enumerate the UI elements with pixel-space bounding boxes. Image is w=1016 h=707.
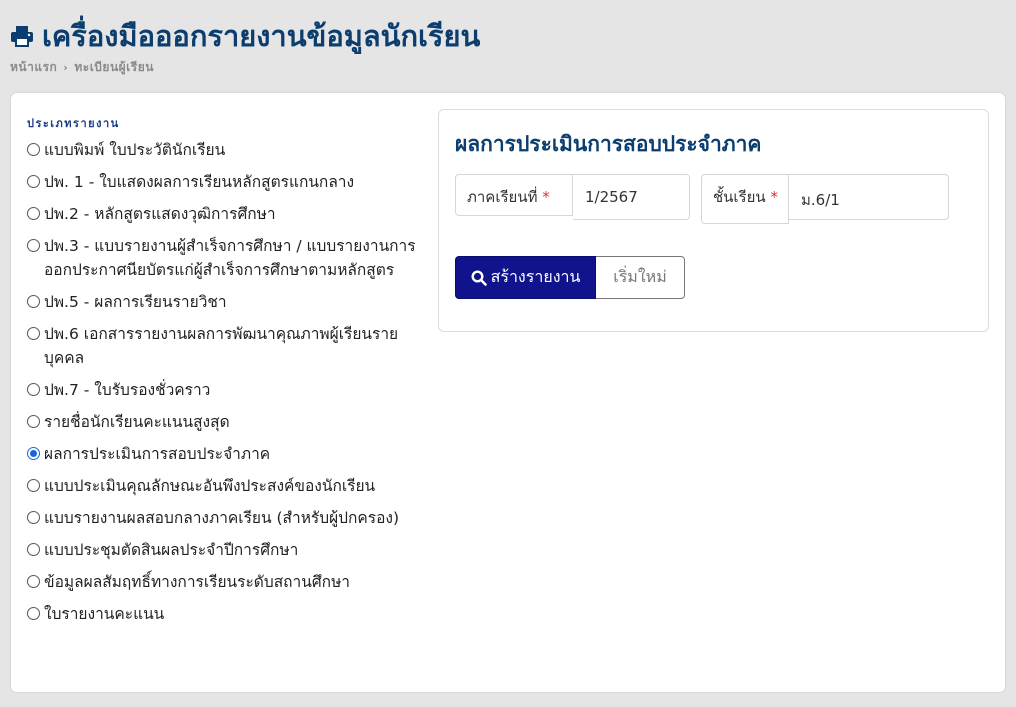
chevron-right-icon: ›: [63, 61, 69, 74]
semester-label-text: ภาคเรียนที่: [467, 188, 538, 206]
report-type-option[interactable]: ปพ.2 - หลักสูตรแสดงวุฒิการศึกษา: [27, 202, 417, 226]
report-type-option-label: แบบพิมพ์ ใบประวัตินักเรียน: [44, 141, 226, 159]
report-type-panel: ประเภทรายงาน แบบพิมพ์ ใบประวัตินักเรียนป…: [27, 114, 417, 634]
report-type-option[interactable]: แบบประเมินคุณลักษณะอันพึงประสงค์ของนักเร…: [27, 474, 417, 498]
report-type-option[interactable]: ปพ.3 - แบบรายงานผู้สำเร็จการศึกษา / แบบร…: [27, 234, 417, 282]
report-type-option-label: ปพ.5 - ผลการเรียนรายวิชา: [44, 293, 227, 311]
semester-field: ภาคเรียนที่ * 1/2567: [455, 174, 690, 220]
required-mark: *: [770, 188, 778, 206]
report-type-option[interactable]: ปพ. 1 - ใบแสดงผลการเรียนหลักสูตรแกนกลาง: [27, 170, 417, 194]
class-input[interactable]: ม.6/1: [789, 174, 949, 220]
radio-button[interactable]: [27, 511, 40, 524]
class-field: ชั้นเรียน * ม.6/1: [701, 174, 949, 224]
report-type-option[interactable]: ผลการประเมินการสอบประจำภาค: [27, 442, 417, 466]
breadcrumb-current: ทะเบียนผู้เรียน: [74, 60, 154, 74]
report-type-option-label: ใบรายงานคะแนน: [44, 605, 165, 623]
class-label: ชั้นเรียน *: [701, 174, 789, 224]
form-title: ผลการประเมินการสอบประจำภาค: [455, 132, 762, 156]
report-type-option[interactable]: ปพ.6 เอกสารรายงานผลการพัฒนาคุณภาพผู้เรีย…: [27, 322, 417, 370]
class-label-text: ชั้นเรียน: [713, 188, 766, 206]
report-type-option-label: รายชื่อนักเรียนคะแนนสูงสุด: [44, 413, 230, 431]
report-type-option-label: ข้อมูลผลสัมฤทธิ์ทางการเรียนระดับสถานศึกษ…: [44, 573, 350, 591]
report-type-option[interactable]: แบบรายงานผลสอบกลางภาคเรียน (สำหรับผู้ปกค…: [27, 506, 417, 530]
semester-input[interactable]: 1/2567: [573, 174, 690, 220]
report-type-option-label: ปพ.2 - หลักสูตรแสดงวุฒิการศึกษา: [44, 205, 276, 223]
semester-label: ภาคเรียนที่ *: [455, 174, 573, 216]
radio-button[interactable]: [27, 415, 40, 428]
report-type-option[interactable]: ปพ.5 - ผลการเรียนรายวิชา: [27, 290, 417, 314]
page-title: เครื่องมือออกรายงานข้อมูลนักเรียน: [42, 19, 481, 53]
report-type-option[interactable]: แบบประชุมตัดสินผลประจำปีการศึกษา: [27, 538, 417, 562]
report-type-option-label: ปพ.7 - ใบรับรองชั่วคราว: [44, 381, 211, 399]
breadcrumb-home[interactable]: หน้าแรก: [10, 58, 57, 77]
radio-button[interactable]: [27, 143, 40, 156]
title-row: เครื่องมือออกรายงานข้อมูลนักเรียน: [10, 16, 480, 56]
report-type-option-label: แบบประชุมตัดสินผลประจำปีการศึกษา: [44, 541, 299, 559]
radio-button[interactable]: [27, 383, 40, 396]
radio-button[interactable]: [27, 479, 40, 492]
radio-button[interactable]: [27, 295, 40, 308]
report-type-option[interactable]: รายชื่อนักเรียนคะแนนสูงสุด: [27, 410, 417, 434]
report-type-option-label: ปพ.3 - แบบรายงานผู้สำเร็จการศึกษา / แบบร…: [44, 237, 416, 279]
radio-button[interactable]: [27, 239, 40, 252]
create-report-label: สร้างรายงาน: [490, 267, 581, 286]
report-type-option-label: ผลการประเมินการสอบประจำภาค: [44, 445, 271, 463]
radio-button[interactable]: [27, 175, 40, 188]
radio-button[interactable]: [27, 575, 40, 588]
radio-button[interactable]: [27, 207, 40, 220]
breadcrumb: หน้าแรก › ทะเบียนผู้เรียน: [10, 58, 480, 77]
radio-button[interactable]: [27, 607, 40, 620]
required-mark: *: [542, 188, 550, 206]
main-card: ประเภทรายงาน แบบพิมพ์ ใบประวัตินักเรียนป…: [11, 93, 1005, 692]
report-form-card: ผลการประเมินการสอบประจำภาค ภาคเรียนที่ *…: [438, 109, 989, 332]
radio-button[interactable]: [27, 447, 40, 460]
report-type-option[interactable]: แบบพิมพ์ ใบประวัตินักเรียน: [27, 138, 417, 162]
report-type-list: แบบพิมพ์ ใบประวัตินักเรียนปพ. 1 - ใบแสดง…: [27, 138, 417, 626]
action-buttons: สร้างรายงาน เริ่มใหม่: [455, 256, 685, 299]
reset-button[interactable]: เริ่มใหม่: [596, 256, 685, 299]
page-header: เครื่องมือออกรายงานข้อมูลนักเรียน หน้าแร…: [10, 16, 480, 77]
print-icon: [11, 26, 33, 47]
search-icon: [471, 269, 487, 286]
create-report-button[interactable]: สร้างรายงาน: [455, 256, 596, 299]
report-type-option-label: แบบรายงานผลสอบกลางภาคเรียน (สำหรับผู้ปกค…: [44, 509, 400, 527]
report-type-option[interactable]: ปพ.7 - ใบรับรองชั่วคราว: [27, 378, 417, 402]
radio-button[interactable]: [27, 327, 40, 340]
radio-button[interactable]: [27, 543, 40, 556]
report-type-option-label: ปพ.6 เอกสารรายงานผลการพัฒนาคุณภาพผู้เรีย…: [44, 325, 399, 367]
report-type-option-label: ปพ. 1 - ใบแสดงผลการเรียนหลักสูตรแกนกลาง: [44, 173, 355, 191]
report-type-option[interactable]: ใบรายงานคะแนน: [27, 602, 417, 626]
report-type-option[interactable]: ข้อมูลผลสัมฤทธิ์ทางการเรียนระดับสถานศึกษ…: [27, 570, 417, 594]
report-type-option-label: แบบประเมินคุณลักษณะอันพึงประสงค์ของนักเร…: [44, 477, 376, 495]
report-type-label: ประเภทรายงาน: [27, 117, 120, 130]
